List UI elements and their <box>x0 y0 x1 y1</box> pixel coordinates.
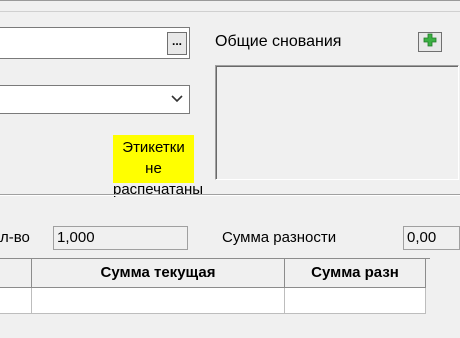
diff-sum-field: 0,00 <box>403 226 460 250</box>
window-top-border <box>0 0 460 12</box>
grid-cell[interactable] <box>285 288 426 314</box>
general-reasons-list[interactable] <box>215 65 459 180</box>
grid-cell[interactable] <box>32 288 285 314</box>
quantity-label: л-во <box>0 229 30 246</box>
labels-status-line2: распечатаны <box>113 181 204 198</box>
diff-sum-label: Сумма разности <box>222 229 337 246</box>
grid-cell[interactable] <box>0 288 32 314</box>
data-grid[interactable]: Сумма текущая Сумма разн <box>0 258 430 338</box>
lookup-field[interactable] <box>0 27 190 59</box>
reason-dropdown[interactable] <box>0 85 190 114</box>
lookup-button[interactable]: ... <box>167 32 187 55</box>
lookup-button-label: ... <box>171 33 182 48</box>
grid-col-current-sum[interactable]: Сумма текущая <box>32 259 285 288</box>
labels-status-line1: Этикетки не <box>122 139 185 177</box>
grid-col-diff-sum[interactable]: Сумма разн <box>285 259 426 288</box>
section-divider <box>0 194 460 196</box>
quantity-field: 1,000 <box>53 226 188 250</box>
chevron-down-icon[interactable] <box>170 92 184 106</box>
grid-col-prev[interactable] <box>0 259 32 288</box>
plus-icon <box>423 33 437 51</box>
add-reason-button[interactable] <box>418 32 442 52</box>
labels-status-badge: Этикетки не распечатаны <box>113 135 203 198</box>
general-reasons-label: Общие снования <box>215 33 342 50</box>
